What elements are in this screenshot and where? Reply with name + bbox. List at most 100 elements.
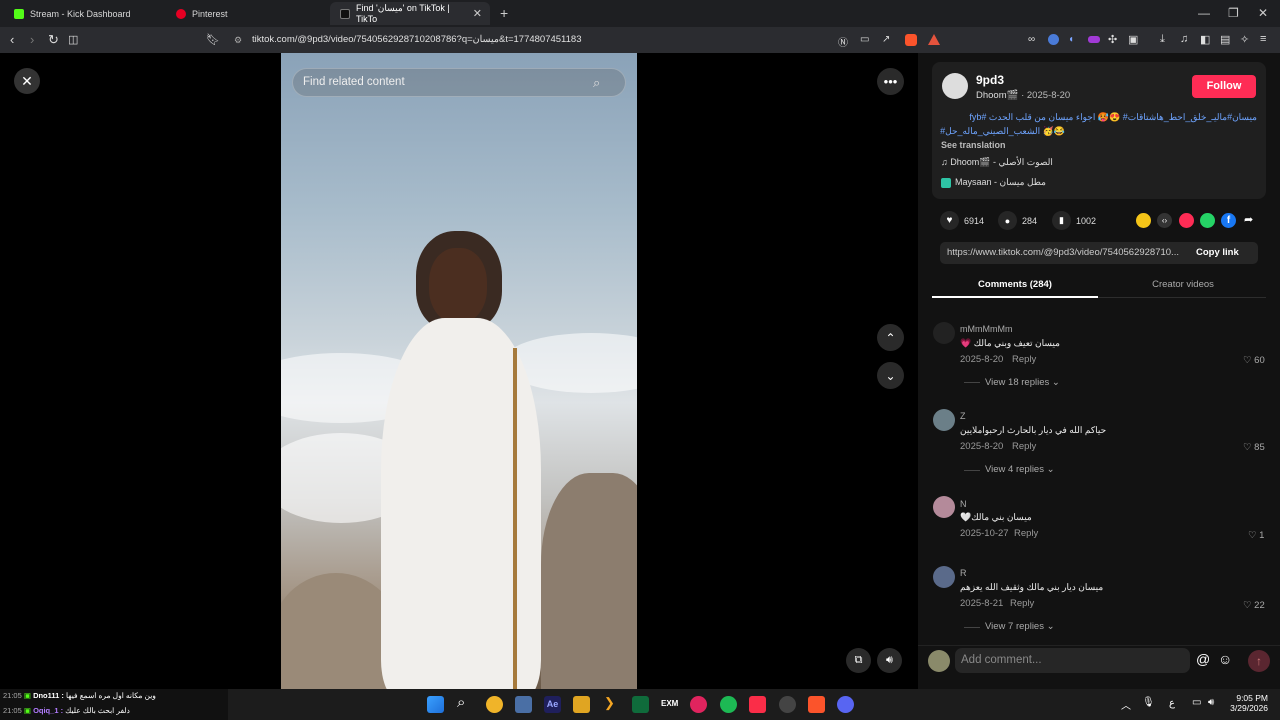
view-replies-button[interactable]: View 4 replies ⌄ — [985, 464, 1055, 475]
new-tab-button[interactable]: + — [500, 5, 508, 21]
back-icon[interactable]: ‹ — [10, 32, 14, 47]
comment-author[interactable]: mMmMmMm — [960, 324, 1012, 334]
network-icon[interactable]: ▭ — [1192, 697, 1201, 708]
spotify-icon[interactable] — [720, 696, 737, 713]
comment-icon[interactable]: ● — [998, 211, 1017, 230]
view-replies-button[interactable]: View 18 replies ⌄ — [985, 377, 1060, 388]
tab-comments[interactable]: Comments (284) — [932, 279, 1098, 290]
see-translation-link[interactable]: See translation — [941, 140, 1006, 150]
facebook-icon[interactable]: f — [1221, 213, 1236, 228]
wallet-icon[interactable]: ▤ — [1220, 33, 1230, 46]
tab-pinterest[interactable]: Pinterest — [166, 2, 326, 25]
vpn-icon[interactable] — [1048, 34, 1059, 45]
send-to-friends-icon[interactable] — [1179, 213, 1194, 228]
repost-icon[interactable] — [1136, 213, 1151, 228]
download-icon[interactable]: ⤓ — [1160, 33, 1165, 46]
windows-start-icon[interactable] — [427, 696, 444, 713]
embed-icon[interactable]: ‹› — [1157, 213, 1172, 228]
previous-video-button[interactable]: ⌃ — [877, 324, 904, 351]
more-options-button[interactable]: ••• — [877, 68, 904, 95]
video-player[interactable] — [281, 53, 637, 689]
tab-kick[interactable]: Stream - Kick Dashboard — [4, 2, 164, 25]
search-icon[interactable]: ⌕ — [593, 69, 600, 96]
music-app-icon[interactable] — [749, 696, 766, 713]
share-arrow-icon[interactable]: ➦ — [1244, 213, 1253, 226]
avatar[interactable] — [933, 322, 955, 344]
search-taskbar-icon[interactable]: ⌕ — [457, 694, 465, 711]
music-link[interactable]: ♫ Dhoom🎬 - الصوت الأصلي — [941, 157, 1053, 168]
next-video-button[interactable]: ⌄ — [877, 362, 904, 389]
screenshot-icon[interactable]: ▣ — [1128, 33, 1138, 46]
author-nickname[interactable]: Dhoom🎬 · 2025-8-20 — [976, 90, 1070, 101]
avatar[interactable] — [933, 496, 955, 518]
close-video-button[interactable]: ✕ — [14, 68, 40, 94]
comment-author[interactable]: Z — [960, 411, 966, 421]
reply-button[interactable]: Reply — [1010, 598, 1034, 609]
translate-icon[interactable]: Ⓝ — [838, 34, 848, 49]
clock[interactable]: 9:05 PM 3/29/2026 — [1230, 693, 1268, 713]
microphone-icon[interactable]: 🎙︎ — [1142, 697, 1155, 708]
comment-like[interactable]: ♡ 22 — [1243, 600, 1265, 611]
brave-shield-icon[interactable] — [905, 34, 917, 46]
avatar[interactable] — [933, 566, 955, 588]
share-page-icon[interactable]: ↗ — [882, 34, 890, 45]
reply-button[interactable]: Reply — [1014, 528, 1038, 539]
tab-tiktok[interactable]: Find 'ميسان' on TikTok | TikTo ✕ — [330, 2, 490, 25]
puzzle-icon[interactable]: ✣ — [1108, 33, 1117, 46]
media-player-icon[interactable] — [690, 696, 707, 713]
comment-like[interactable]: ♡ 85 — [1243, 442, 1265, 453]
place-link[interactable]: Maysaan - مطل ميسان — [941, 177, 1046, 188]
comment-author[interactable]: N — [960, 499, 967, 509]
menu-icon[interactable]: ≡ — [1260, 33, 1266, 45]
restore-button[interactable]: ❐ — [1228, 6, 1239, 20]
music-icon[interactable]: ♫ — [1180, 33, 1188, 45]
bookmark-save-icon[interactable]: ▮ — [1052, 211, 1071, 230]
minimize-button[interactable]: — — [1198, 6, 1210, 20]
search-input[interactable]: Find related content ⌕ — [292, 68, 626, 97]
emoji-icon[interactable]: ☺ — [1218, 651, 1232, 667]
reload-icon[interactable]: ↻ — [48, 32, 59, 48]
brave-taskbar-icon[interactable] — [808, 696, 825, 713]
follow-button[interactable]: Follow — [1192, 75, 1256, 98]
read-mode-icon[interactable]: ▭ — [860, 34, 869, 45]
app-icon[interactable] — [486, 696, 503, 713]
folder-icon[interactable] — [573, 696, 590, 713]
reply-button[interactable]: Reply — [1012, 354, 1036, 365]
brave-rewards-icon[interactable] — [928, 34, 940, 45]
copy-link-button[interactable]: Copy link — [1196, 247, 1239, 258]
author-username[interactable]: 9pd3 — [976, 73, 1004, 87]
volume-button[interactable]: 🔊︎ — [877, 648, 902, 673]
avatar[interactable] — [928, 650, 950, 672]
post-comment-button[interactable]: ↑ — [1248, 650, 1270, 672]
app-icon[interactable] — [779, 696, 796, 713]
extension-icon[interactable]: ∞ — [1028, 34, 1035, 45]
site-info-icon[interactable]: ⚙ — [234, 30, 242, 50]
floating-player-button[interactable]: ⧉ — [846, 648, 871, 673]
app-arrow-icon[interactable]: ❯ — [604, 695, 615, 711]
speaker-icon[interactable]: 🔊︎ — [1208, 697, 1214, 708]
leo-ai-icon[interactable]: ✧ — [1240, 33, 1249, 46]
sidebar-icon[interactable]: ◧ — [1200, 33, 1210, 46]
comment-like[interactable]: ♡ 1 — [1248, 530, 1264, 541]
avatar[interactable] — [942, 73, 968, 99]
view-replies-button[interactable]: View 7 replies ⌄ — [985, 621, 1055, 632]
excel-icon[interactable] — [632, 696, 649, 713]
sidebar-toggle-icon[interactable]: ◫ — [68, 33, 78, 46]
avatar[interactable] — [933, 409, 955, 431]
mention-icon[interactable]: @ — [1196, 651, 1210, 667]
exm-icon[interactable]: EXM — [661, 699, 678, 708]
chevron-up-icon[interactable]: ︿ — [1121, 697, 1131, 712]
audio-icon[interactable]: ◖ — [1068, 34, 1074, 45]
comment-author[interactable]: R — [960, 568, 967, 578]
comment-input[interactable]: Add comment... — [955, 648, 1190, 673]
after-effects-icon[interactable]: Ae — [544, 696, 561, 713]
bookmark-icon[interactable]: 🔖︎ — [206, 33, 220, 46]
window-close-button[interactable]: ✕ — [1258, 6, 1268, 20]
whatsapp-icon[interactable] — [1200, 213, 1215, 228]
close-tab-icon[interactable]: ✕ — [473, 7, 482, 20]
language-indicator[interactable]: ع — [1169, 698, 1175, 709]
twitch-ext-icon[interactable] — [1088, 36, 1100, 43]
heart-icon[interactable]: ♥ — [940, 211, 959, 230]
comment-like[interactable]: ♡ 60 — [1243, 355, 1265, 366]
reply-button[interactable]: Reply — [1012, 441, 1036, 452]
